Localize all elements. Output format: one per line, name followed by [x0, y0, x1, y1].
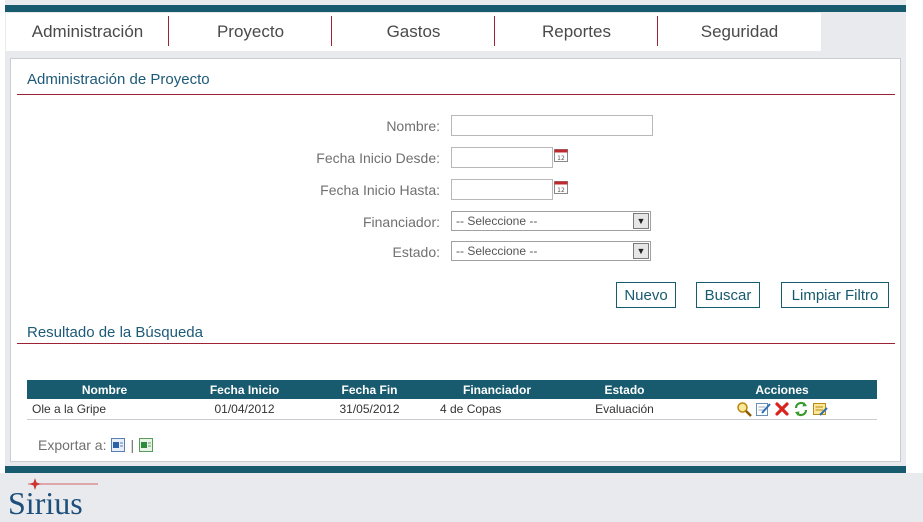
results-title: Resultado de la Búsqueda — [27, 324, 203, 341]
view-icon[interactable] — [736, 401, 752, 417]
cell-nombre: Ole a la Gripe — [27, 399, 182, 420]
fecha-desde-label: Fecha Inicio Desde: — [316, 150, 440, 166]
menu-item-reportes[interactable]: Reportes — [495, 13, 658, 51]
column-header-financiador: Financiador — [432, 380, 562, 399]
menu-item-gastos[interactable]: Gastos — [332, 13, 495, 51]
cell-fecha-inicio: 01/04/2012 — [182, 399, 307, 420]
title-divider — [17, 94, 895, 95]
chevron-down-icon[interactable]: ▼ — [633, 243, 649, 259]
delete-icon[interactable] — [774, 401, 790, 417]
column-header-fecha-inicio: Fecha Inicio — [182, 380, 307, 399]
menu-item-administracion[interactable]: Administración — [6, 13, 169, 51]
estado-selected-value: -- Seleccione -- — [456, 244, 538, 258]
calendar-icon[interactable]: 12 — [554, 180, 568, 194]
table-header-row: Nombre Fecha Inicio Fecha Fin Financiado… — [27, 380, 877, 399]
financiador-selected-value: -- Seleccione -- — [456, 214, 538, 228]
sirius-logo: Sirius — [8, 476, 98, 521]
column-header-fecha-fin: Fecha Fin — [307, 380, 432, 399]
fecha-hasta-input[interactable] — [451, 179, 553, 200]
menu-item-proyecto[interactable]: Proyecto — [169, 13, 332, 51]
cell-acciones — [687, 399, 877, 420]
main-menu: Administración Proyecto Gastos Reportes … — [6, 13, 821, 51]
buscar-button[interactable]: Buscar — [696, 282, 760, 308]
detail-icon[interactable] — [812, 401, 828, 417]
limpiar-filtro-button[interactable]: Limpiar Filtro — [781, 282, 889, 308]
column-header-estado: Estado — [562, 380, 687, 399]
edit-icon[interactable] — [755, 401, 771, 417]
fecha-hasta-label: Fecha Inicio Hasta: — [320, 182, 440, 198]
menu-item-seguridad[interactable]: Seguridad — [658, 13, 821, 51]
sirius-logo-mark: Sirius — [8, 478, 98, 521]
results-divider — [17, 343, 895, 344]
export-bar: Exportar a: | — [38, 437, 154, 453]
refresh-icon[interactable] — [793, 401, 809, 417]
fecha-desde-input[interactable] — [451, 147, 553, 168]
svg-text:Sirius: Sirius — [8, 485, 83, 518]
financiador-label: Financiador: — [362, 214, 440, 230]
cell-fecha-fin: 31/05/2012 — [307, 399, 432, 420]
nombre-input[interactable] — [451, 115, 653, 136]
svg-text:12: 12 — [557, 155, 565, 162]
financiador-select[interactable]: -- Seleccione -- ▼ — [451, 211, 651, 231]
nombre-label: Nombre: — [386, 118, 440, 134]
footer — [0, 473, 923, 522]
top-bar — [5, 5, 906, 12]
export-label: Exportar a: — [38, 437, 107, 453]
cell-estado: Evaluación — [562, 399, 687, 420]
nuevo-button[interactable]: Nuevo — [616, 282, 676, 308]
svg-text:12: 12 — [557, 187, 565, 194]
estado-select[interactable]: -- Seleccione -- ▼ — [451, 241, 651, 261]
column-header-acciones: Acciones — [687, 380, 877, 399]
export-excel-icon[interactable] — [138, 437, 154, 453]
row-actions — [687, 401, 877, 417]
page-title: Administración de Proyecto — [27, 71, 210, 88]
export-separator: | — [130, 437, 135, 453]
export-word-icon[interactable] — [110, 437, 126, 453]
main-panel: Administración de Proyecto Nombre: Fecha… — [10, 58, 901, 462]
results-table: Nombre Fecha Inicio Fecha Fin Financiado… — [27, 380, 877, 420]
calendar-icon[interactable]: 12 — [554, 148, 568, 162]
bottom-bar — [5, 466, 906, 473]
column-header-nombre: Nombre — [27, 380, 182, 399]
cell-financiador: 4 de Copas — [432, 399, 562, 420]
estado-label: Estado: — [392, 244, 440, 260]
table-row[interactable]: Ole a la Gripe 01/04/2012 31/05/2012 4 d… — [27, 399, 877, 420]
chevron-down-icon[interactable]: ▼ — [633, 213, 649, 229]
